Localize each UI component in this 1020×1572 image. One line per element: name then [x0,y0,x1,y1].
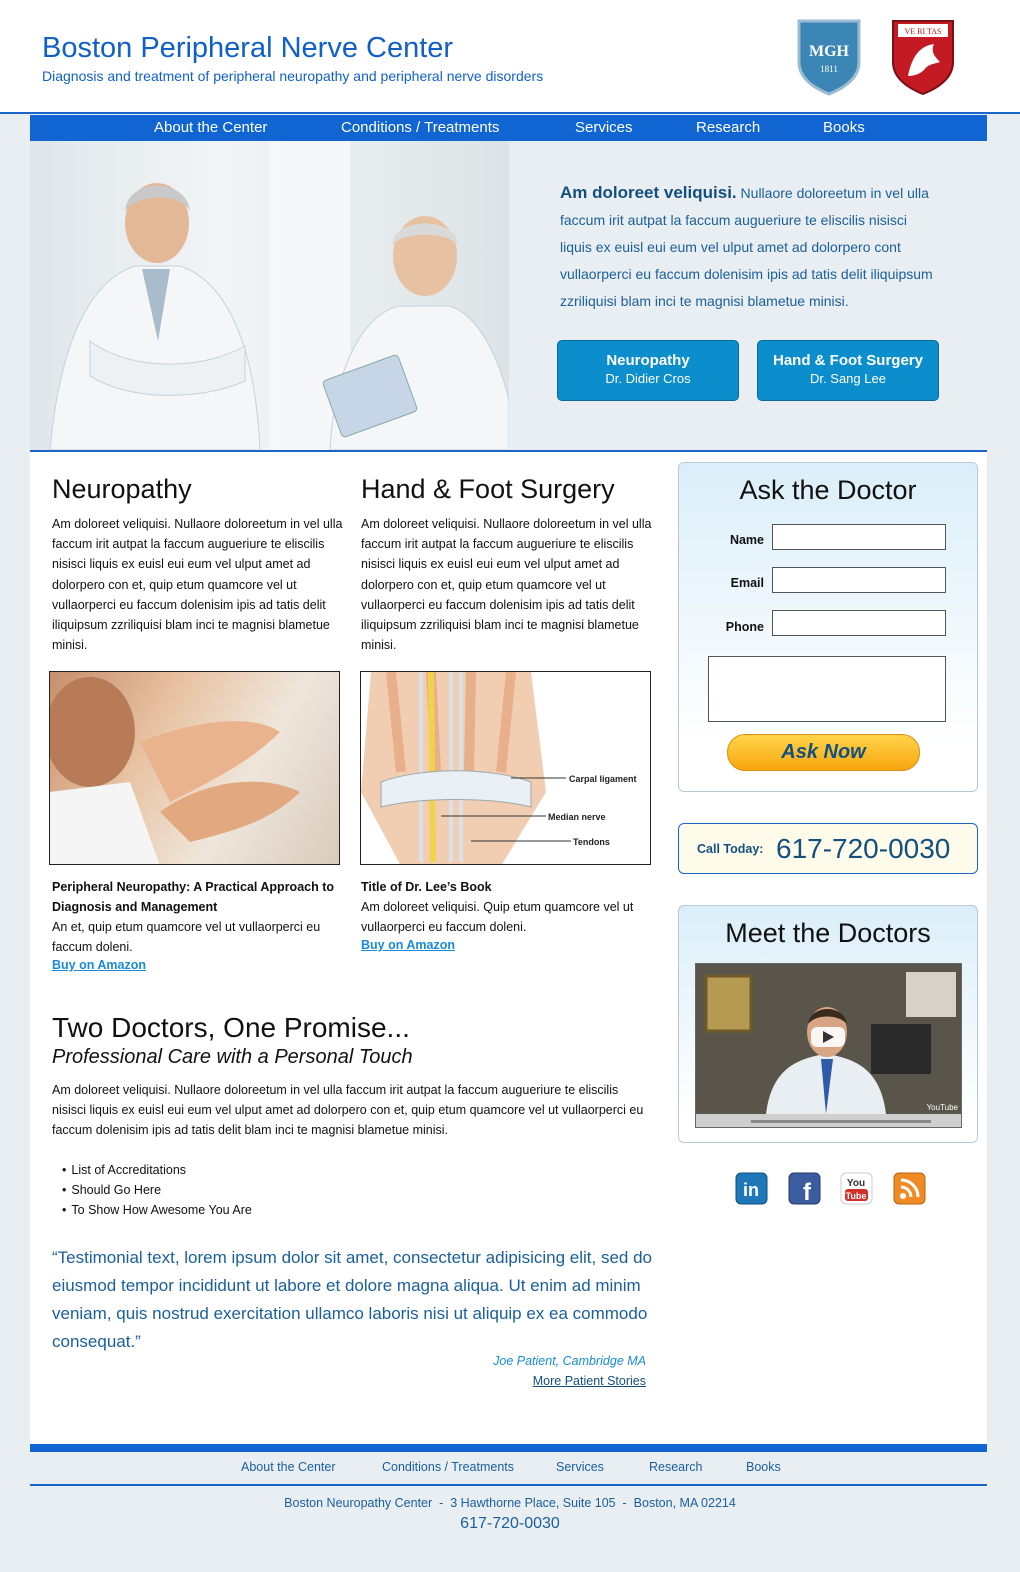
list-item: To Show How Awesome You Are [62,1200,251,1220]
hand-foot-heading: Hand & Foot Surgery [361,474,615,504]
ask-the-doctor-form: Ask the Doctor Name Email Phone Ask Now [678,462,978,792]
nav-services[interactable]: Services [575,115,633,141]
testimonial-author: Joe Patient, Cambridge MA [493,1354,646,1368]
footer-address: Boston Neuropathy Center - 3 Hawthorne P… [284,1496,736,1510]
svg-text:Tube: Tube [846,1191,867,1201]
footer-nav-books[interactable]: Books [746,1460,781,1474]
mgh-logo-text: MGH [809,43,850,60]
footer-nav-about[interactable]: About the Center [241,1460,336,1474]
hero-text: Am doloreet veliquisi. Nullaore doloreet… [560,179,940,315]
promise-heading: Two Doctors, One Promise... [52,1012,410,1043]
hand-foot-book-desc: Am doloreet veliquisi. Quip etum quamcor… [361,900,634,934]
accreditations-list: List of Accreditations Should Go Here To… [62,1160,252,1220]
list-item: Should Go Here [62,1180,252,1200]
hero-body: Nullaore doloreetum in vel ulla faccum i… [560,185,933,309]
meet-the-doctors-box: Meet the Doctors YouTube [678,905,978,1143]
tendons-label: Tendons [573,837,610,847]
facebook-icon[interactable]: f [788,1172,821,1205]
hand-foot-text: Am doloreet veliquisi. Nullaore doloreet… [361,517,652,653]
hand-foot-amazon-link[interactable]: Buy on Amazon [361,938,455,952]
testimonial-quote: “Testimonial text, lorem ipsum dolor sit… [52,1248,652,1351]
linkedin-icon[interactable]: in [735,1172,768,1205]
carpal-ligament-label: Carpal ligament [569,774,637,784]
neuropathy-book-desc: An et, quip etum quamcore vel ut vullaor… [52,920,321,954]
hands-photo [49,671,340,865]
footer-nav-research[interactable]: Research [649,1460,703,1474]
mgh-logo-year: 1811 [820,64,838,74]
hero-section: Am doloreet veliquisi. Nullaore doloreet… [30,141,987,452]
nav-about[interactable]: About the Center [154,115,267,141]
call-today-box: Call Today: 617-720-0030 [678,823,978,874]
neuropathy-heading: Neuropathy [52,474,192,504]
footer-phone[interactable]: 617-720-0030 [0,1515,1020,1533]
email-field[interactable] [772,567,946,593]
nav-research[interactable]: Research [696,115,760,141]
youtube-watermark: YouTube [927,1103,959,1112]
youtube-icon[interactable]: You Tube [840,1172,873,1205]
phone-number[interactable]: 617-720-0030 [776,833,950,865]
svg-text:You: You [847,1178,865,1189]
message-field[interactable] [708,656,946,722]
hero-lead: Am doloreet veliquisi. [560,183,737,202]
doctors-photo [30,141,509,450]
svg-text:f: f [803,1179,812,1205]
phone-field[interactable] [772,610,946,636]
more-patient-stories-link[interactable]: More Patient Stories [533,1374,646,1388]
name-field[interactable] [772,524,946,550]
svg-text:in: in [743,1180,759,1200]
email-label: Email [730,576,764,590]
doctor-video[interactable]: YouTube [695,963,962,1128]
neuropathy-text: Am doloreet veliquisi. Nullaore doloreet… [52,517,343,653]
neuropathy-button-sub: Dr. Didier Cros [605,371,691,386]
hand-foot-book-title: Title of Dr. Lee’s Book [361,880,492,894]
ask-title: Ask the Doctor [739,475,917,505]
site-tagline: Diagnosis and treatment of peripheral ne… [42,68,544,84]
median-nerve-label: Median nerve [548,812,606,822]
hand-foot-button-sub: Dr. Sang Lee [810,371,886,386]
main-nav: About the Center Conditions / Treatments… [30,115,987,141]
footer-bar [30,1444,987,1452]
rss-icon[interactable] [893,1172,926,1205]
footer-nav-conditions[interactable]: Conditions / Treatments [382,1460,514,1474]
phone-label: Phone [725,620,764,634]
call-label: Call Today: [697,842,764,856]
wrist-diagram: Carpal ligament Median nerve Tendons [360,671,651,865]
list-item: List of Accreditations [62,1160,252,1180]
name-label: Name [729,533,764,547]
nav-books[interactable]: Books [823,115,865,141]
neuropathy-amazon-link[interactable]: Buy on Amazon [52,958,146,972]
ask-now-button[interactable]: Ask Now [727,734,920,771]
meet-title: Meet the Doctors [725,918,931,948]
footer-nav: About the Center Conditions / Treatments… [30,1452,987,1486]
neuropathy-button-title: Neuropathy [606,352,690,369]
harvard-logo[interactable]: VE RI TAS [890,18,956,96]
neuropathy-button[interactable]: Neuropathy Dr. Didier Cros [557,340,739,401]
harvard-logo-text: VE RI TAS [905,27,942,36]
footer-nav-services[interactable]: Services [556,1460,604,1474]
nav-conditions[interactable]: Conditions / Treatments [341,115,499,141]
promise-subheading: Professional Care with a Personal Touch [52,1046,413,1068]
site-header: Boston Peripheral Nerve Center Diagnosis… [0,0,1020,114]
site-title[interactable]: Boston Peripheral Nerve Center [42,32,453,65]
neuropathy-book-title: Peripheral Neuropathy: A Practical Appro… [52,880,335,914]
mgh-logo[interactable]: MGH 1811 [796,18,862,96]
hand-foot-button-title: Hand & Foot Surgery [772,352,923,369]
promise-text: Am doloreet veliquisi. Nullaore doloreet… [52,1083,644,1138]
hand-foot-surgery-button[interactable]: Hand & Foot Surgery Dr. Sang Lee [757,340,939,401]
